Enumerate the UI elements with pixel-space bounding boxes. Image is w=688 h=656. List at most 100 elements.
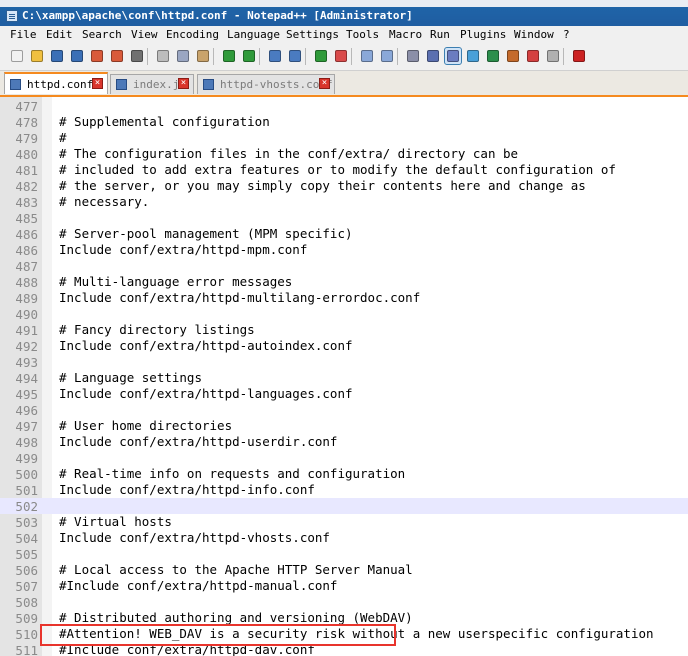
code-line[interactable]: 498 Include conf/extra/httpd-userdir.conf: [0, 434, 688, 450]
menu-search[interactable]: Search: [82, 28, 122, 41]
code-line[interactable]: 508: [0, 594, 688, 610]
menu-macro[interactable]: Macro: [389, 28, 422, 41]
zoom-in-icon[interactable]: [313, 48, 329, 64]
menu-view[interactable]: View: [131, 28, 158, 41]
show-all-characters-icon[interactable]: [425, 48, 441, 64]
code-line[interactable]: 495 Include conf/extra/httpd-languages.co…: [0, 386, 688, 402]
code-text: # Server-pool management (MPM specific): [59, 226, 353, 241]
line-number: 508: [15, 595, 38, 610]
line-number: 502: [15, 499, 38, 514]
sync-horizontal-icon[interactable]: [379, 48, 395, 64]
code-line[interactable]: 507 #Include conf/extra/httpd-manual.conf: [0, 578, 688, 594]
close-icon[interactable]: [89, 48, 105, 64]
line-number: 491: [15, 323, 38, 338]
highlight-box: [40, 624, 396, 646]
toolbar-separator: [259, 48, 260, 65]
menu-run[interactable]: Run: [430, 28, 450, 41]
menu-plugins[interactable]: Plugins: [460, 28, 506, 41]
code-line[interactable]: 480 # The configuration files in the conf…: [0, 146, 688, 162]
zoom-out-icon[interactable]: [333, 48, 349, 64]
find-icon[interactable]: [267, 48, 283, 64]
paste-icon[interactable]: [195, 48, 211, 64]
code-text: #Include conf/extra/httpd-manual.conf: [59, 578, 338, 593]
save-icon[interactable]: [49, 48, 65, 64]
line-number: 511: [15, 643, 38, 656]
line-number: 501: [15, 483, 38, 498]
code-text: # Multi-language error messages: [59, 274, 293, 289]
tab-index-js[interactable]: index.js ×: [110, 74, 194, 94]
code-line[interactable]: 487: [0, 258, 688, 274]
open-file-icon[interactable]: [29, 48, 45, 64]
indent-guide-icon[interactable]: [444, 47, 462, 65]
cut-icon[interactable]: [155, 48, 171, 64]
close-tab-icon[interactable]: ×: [319, 78, 330, 89]
new-file-icon[interactable]: [9, 48, 25, 64]
code-line[interactable]: 506 # Local access to the Apache HTTP Ser…: [0, 562, 688, 578]
code-line[interactable]: 482 # the server, or you may simply copy …: [0, 178, 688, 194]
code-line[interactable]: 478 # Supplemental configuration: [0, 114, 688, 130]
folder-as-workspace-icon[interactable]: [525, 48, 541, 64]
close-tab-icon[interactable]: ×: [92, 78, 103, 89]
code-line[interactable]: 497 # User home directories: [0, 418, 688, 434]
function-list-icon[interactable]: [505, 48, 521, 64]
redo-icon[interactable]: [241, 48, 257, 64]
tab-httpd-conf[interactable]: httpd.conf ×: [4, 72, 108, 94]
code-line[interactable]: 486 # Server-pool management (MPM specifi…: [0, 226, 688, 242]
code-line[interactable]: 488 # Multi-language error messages: [0, 274, 688, 290]
code-text: # The configuration files in the conf/ex…: [59, 146, 519, 161]
code-line[interactable]: 494 # Language settings: [0, 370, 688, 386]
word-wrap-icon[interactable]: [405, 48, 421, 64]
menu-help[interactable]: ?: [563, 28, 570, 41]
code-line[interactable]: 479 #: [0, 130, 688, 146]
replace-icon[interactable]: [287, 48, 303, 64]
line-number: 478: [15, 115, 38, 130]
code-line[interactable]: 490: [0, 306, 688, 322]
editor[interactable]: 477 478 # Supplemental configuration 479 #48…: [0, 97, 688, 656]
code-line[interactable]: 485: [0, 210, 688, 226]
close-all-icon[interactable]: [109, 48, 125, 64]
code-line[interactable]: 502: [0, 498, 688, 514]
menu-encoding[interactable]: Encoding: [166, 28, 219, 41]
code-line[interactable]: 505: [0, 546, 688, 562]
code-line[interactable]: 489 Include conf/extra/httpd-multilang-er…: [0, 290, 688, 306]
monitoring-icon[interactable]: [545, 48, 561, 64]
save-all-icon[interactable]: [69, 48, 85, 64]
menu-window[interactable]: Window: [514, 28, 554, 41]
sync-vertical-icon[interactable]: [359, 48, 375, 64]
menu-settings[interactable]: Settings: [286, 28, 339, 41]
code-line[interactable]: 486 Include conf/extra/httpd-mpm.conf: [0, 242, 688, 258]
code-line[interactable]: 504 Include conf/extra/httpd-vhosts.conf: [0, 530, 688, 546]
menu-tools[interactable]: Tools: [346, 28, 379, 41]
menu-edit[interactable]: Edit: [46, 28, 73, 41]
code-line[interactable]: 481 # included to add extra features or t…: [0, 162, 688, 178]
code-line[interactable]: 501 Include conf/extra/httpd-info.conf: [0, 482, 688, 498]
toolbar-separator: [213, 48, 214, 65]
line-number: 480: [15, 147, 38, 162]
print-icon[interactable]: [129, 48, 145, 64]
code-line[interactable]: 477: [0, 98, 688, 114]
copy-icon[interactable]: [175, 48, 191, 64]
undo-icon[interactable]: [221, 48, 237, 64]
toolbar-separator: [351, 48, 352, 65]
user-language-icon[interactable]: [465, 48, 481, 64]
line-number: 485: [15, 211, 38, 226]
code-line[interactable]: 496: [0, 402, 688, 418]
document-map-icon[interactable]: [485, 48, 501, 64]
code-text: # necessary.: [59, 194, 150, 209]
code-text: Include conf/extra/httpd-vhosts.conf: [59, 530, 330, 545]
code-line[interactable]: 493: [0, 354, 688, 370]
tab-httpd-vhosts-conf[interactable]: httpd-vhosts.conf ×: [197, 74, 335, 94]
menu-language[interactable]: Language: [227, 28, 280, 41]
line-number: 496: [15, 403, 38, 418]
code-line[interactable]: 483 # necessary.: [0, 194, 688, 210]
code-line[interactable]: 491 # Fancy directory listings: [0, 322, 688, 338]
code-line[interactable]: 499: [0, 450, 688, 466]
menu-bar: File Edit Search View Encoding Language Settin…: [0, 26, 688, 44]
menu-file[interactable]: File: [10, 28, 37, 41]
code-line[interactable]: 492 Include conf/extra/httpd-autoindex.co…: [0, 338, 688, 354]
record-macro-icon[interactable]: [571, 48, 587, 64]
line-number: 492: [15, 339, 38, 354]
code-line[interactable]: 500 # Real-time info on requests and conf…: [0, 466, 688, 482]
code-line[interactable]: 503 # Virtual hosts: [0, 514, 688, 530]
close-tab-icon[interactable]: ×: [178, 78, 189, 89]
